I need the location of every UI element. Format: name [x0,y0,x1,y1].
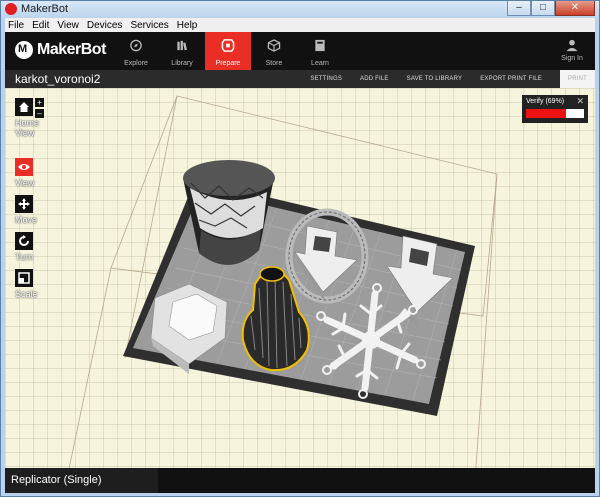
view-button[interactable] [15,158,33,176]
brand-name: MakerBot [37,41,106,58]
zoom-controls: + – [35,98,44,120]
build-scene [68,95,498,468]
book-icon [315,39,325,52]
tab-learn[interactable]: Learn [297,32,343,70]
title-bar: MakerBot – □ ✕ [1,1,599,18]
project-actions: SETTINGS ADD FILE SAVE TO LIBRARY EXPORT… [310,70,595,88]
app-icon [5,3,17,15]
verify-close-button[interactable]: ✕ [576,96,584,107]
zoom-out-button[interactable]: – [35,109,44,118]
close-button[interactable]: ✕ [555,1,595,16]
menu-devices[interactable]: Devices [87,20,123,31]
window-title: MakerBot [21,3,69,15]
tab-store[interactable]: Store [251,32,297,70]
makerbot-logo-icon [15,41,33,59]
turn-button[interactable] [15,232,33,250]
scale-button[interactable] [15,269,33,287]
menu-services[interactable]: Services [130,20,168,31]
tab-label: Library [171,60,193,67]
tab-label: Prepare [215,60,241,67]
menu-help[interactable]: Help [177,20,198,31]
move-button[interactable] [15,195,33,213]
scale-tool[interactable]: Scale [15,269,53,299]
view-label: View [15,178,35,188]
menu-bar: File Edit View Devices Services Help [5,18,595,32]
status-bar: Replicator (Single) [5,468,595,493]
move-icon [18,198,30,210]
library-icon [177,40,187,51]
user-icon [566,39,578,52]
tab-library[interactable]: Library [159,32,205,70]
tab-explore[interactable]: Explore [113,32,159,70]
sign-in-label: Sign In [561,55,583,62]
build-viewport[interactable]: Home View + – View Move Turn Scale Verif… [5,88,595,468]
home-icon [19,102,29,112]
project-title: karkot_voronoi2 [15,72,101,86]
prepare-icon [221,39,235,52]
makerbot-logo: MakerBot [15,41,106,59]
menu-edit[interactable]: Edit [32,20,49,31]
turn-tool[interactable]: Turn [15,232,53,262]
rotate-icon [19,235,29,246]
verify-label: Verify (69%) [526,98,565,105]
compass-icon [130,39,142,52]
tab-label: Store [265,60,283,67]
print-button[interactable]: PRINT [560,70,595,88]
verify-progress-fill [526,109,567,118]
project-bar: karkot_voronoi2 SETTINGS ADD FILE SAVE T… [5,70,595,88]
menu-file[interactable]: File [8,20,24,31]
move-label: Move [15,215,38,225]
tab-label: Learn [311,60,329,67]
app-header: MakerBot Explore Library Prepare Store L… [5,32,595,70]
home-view-button[interactable] [15,98,33,116]
verify-panel: Verify (69%) ✕ [522,95,588,123]
verify-progress-bar [526,109,584,118]
tab-prepare[interactable]: Prepare [205,32,251,70]
menu-view[interactable]: View [57,20,79,31]
save-to-library-button[interactable]: SAVE TO LIBRARY [407,76,463,82]
home-view-label: Home View [15,118,40,138]
move-tool[interactable]: Move [15,195,53,225]
app-window: MakerBot – □ ✕ File Edit View Devices Se… [0,0,600,497]
sign-in-button[interactable]: Sign In [557,32,587,70]
turn-label: Turn [15,252,34,262]
scale-label: Scale [15,289,38,299]
minimize-button[interactable]: – [507,1,531,16]
scale-icon [18,272,30,284]
printer-selector[interactable]: Replicator (Single) [5,468,158,493]
zoom-in-button[interactable]: + [35,98,44,107]
window-controls: – □ ✕ [507,1,595,18]
export-print-file-button[interactable]: EXPORT PRINT FILE [480,76,542,82]
cube-icon [267,39,281,52]
tab-label: Explore [124,60,148,67]
eye-icon [18,164,30,170]
maximize-button[interactable]: □ [531,1,555,16]
home-view-tool[interactable]: Home View [15,98,53,138]
view-tool[interactable]: View [15,158,53,188]
settings-button[interactable]: SETTINGS [310,76,342,82]
add-file-button[interactable]: ADD FILE [360,76,389,82]
